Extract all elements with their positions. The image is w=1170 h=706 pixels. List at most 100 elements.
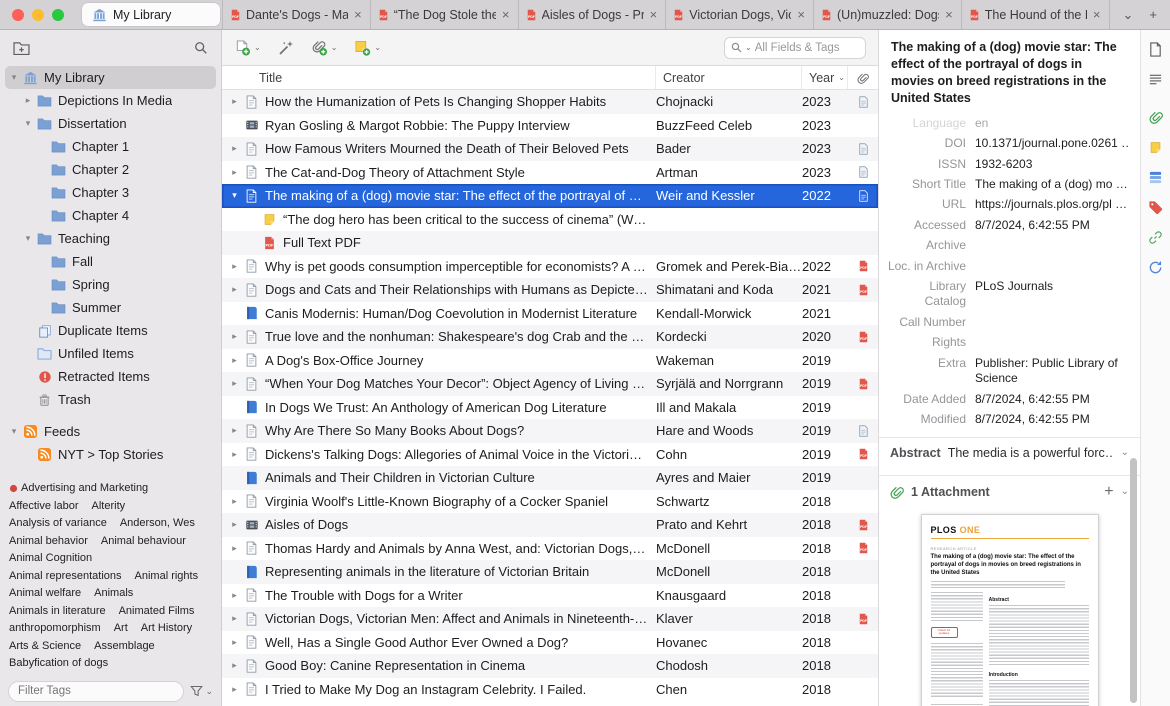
field-value[interactable]: https://journals.plos.org/pl … bbox=[975, 197, 1130, 213]
table-row[interactable]: ▸ Why Are There So Many Books About Dogs?… bbox=[222, 419, 878, 443]
close-icon[interactable]: × bbox=[649, 7, 659, 22]
column-header-creator[interactable]: Creator bbox=[656, 66, 802, 89]
twisty-icon[interactable]: ▸ bbox=[227, 590, 242, 601]
table-row[interactable]: ▸ Dogs and Cats and Their Relationships w… bbox=[222, 278, 878, 302]
minimize-window-button[interactable] bbox=[32, 8, 44, 21]
field-value[interactable]: The making of a (dog) mo … bbox=[975, 177, 1130, 193]
tag-alterity[interactable]: Alterity bbox=[92, 500, 126, 512]
twisty-icon[interactable]: ▸ bbox=[227, 331, 242, 342]
tag-animal-rights[interactable]: Animal rights bbox=[135, 570, 199, 582]
tag-assemblage[interactable]: Assemblage bbox=[94, 640, 155, 652]
table-row[interactable]: In Dogs We Trust: An Anthology of Americ… bbox=[222, 396, 878, 420]
column-header-title[interactable]: Title bbox=[222, 66, 656, 89]
tag-anthropomorphism[interactable]: anthropomorphism bbox=[9, 622, 101, 634]
table-row[interactable]: Ryan Gosling & Margot Robbie: The Puppy … bbox=[222, 114, 878, 138]
collapse-attachments-icon[interactable]: ⌄ bbox=[1121, 486, 1129, 497]
twisty-icon[interactable]: ▸ bbox=[227, 684, 242, 695]
tab-list-chevron-icon[interactable]: ⌄ bbox=[1123, 7, 1134, 23]
twisty-icon[interactable]: ▸ bbox=[227, 425, 242, 436]
field-value[interactable]: 8/7/2024, 6:42:55 PM bbox=[975, 392, 1130, 408]
quick-search-input[interactable] bbox=[754, 41, 859, 54]
twisty-icon[interactable]: ▾ bbox=[7, 72, 21, 83]
twisty-icon[interactable]: ▸ bbox=[227, 96, 242, 107]
tag-babyfication-of-dogs[interactable]: Babyfication of dogs bbox=[9, 657, 108, 669]
field-value[interactable]: 10.1371/journal.pone.0261 … bbox=[975, 136, 1130, 152]
table-row[interactable]: ▸ “When Your Dog Matches Your Decor”: Obj… bbox=[222, 372, 878, 396]
table-row[interactable]: ▸ The Trouble with Dogs for a Writer Knaus… bbox=[222, 584, 878, 608]
scrollbar[interactable] bbox=[1130, 458, 1137, 703]
add-attachment-button[interactable]: + bbox=[1104, 483, 1113, 500]
new-note-button[interactable]: ⌄ bbox=[354, 40, 381, 56]
twisty-icon[interactable]: ▸ bbox=[227, 543, 242, 554]
sidebar-item-trash[interactable]: Trash bbox=[5, 388, 216, 411]
tab-victorian-dogs-vict[interactable]: PDF Victorian Dogs, Vict… × bbox=[665, 0, 813, 29]
table-row[interactable]: ▸ I Tried to Make My Dog an Instagram Cel… bbox=[222, 678, 878, 702]
quick-search[interactable]: ⌄ bbox=[724, 36, 866, 59]
field-value[interactable]: Publisher: Public Library of Science bbox=[975, 356, 1130, 387]
sidebar-item-summer[interactable]: Summer bbox=[5, 296, 216, 319]
tag-analysis-of-variance[interactable]: Analysis of variance bbox=[9, 517, 107, 529]
sidebar-item-depictions-in-media[interactable]: ▸ Depictions In Media bbox=[5, 89, 216, 112]
tag-filter-input[interactable] bbox=[8, 680, 185, 702]
twisty-icon[interactable]: ▸ bbox=[21, 95, 35, 106]
twisty-icon[interactable]: ▸ bbox=[227, 167, 242, 178]
sidebar-item-chapter-3[interactable]: Chapter 3 bbox=[5, 181, 216, 204]
sidebar-item-fall[interactable]: Fall bbox=[5, 250, 216, 273]
sidenav-locate-button[interactable] bbox=[1145, 258, 1167, 276]
tag-filter-options-button[interactable]: ⌄ bbox=[190, 685, 213, 697]
sidebar-item-spring[interactable]: Spring bbox=[5, 273, 216, 296]
zoom-window-button[interactable] bbox=[52, 8, 64, 21]
sidenav-abstract-button[interactable] bbox=[1145, 70, 1167, 88]
twisty-icon[interactable]: ▸ bbox=[227, 519, 242, 530]
new-tab-button[interactable]: + bbox=[1149, 7, 1157, 22]
sidebar-item-retracted-items[interactable]: Retracted Items bbox=[5, 365, 216, 388]
add-by-identifier-button[interactable] bbox=[278, 40, 294, 56]
sidenav-related-button[interactable] bbox=[1145, 228, 1167, 246]
tag-animal-cognition[interactable]: Animal Cognition bbox=[9, 552, 92, 564]
tag-animals[interactable]: Animals bbox=[94, 587, 133, 599]
close-icon[interactable]: × bbox=[353, 7, 363, 22]
tab-un-muzzled-dogs[interactable]: PDF (Un)muzzled: Dogs… × bbox=[813, 0, 961, 29]
tab-my-library[interactable]: My Library bbox=[82, 3, 220, 26]
tag-animals-in-literature[interactable]: Animals in literature bbox=[9, 605, 106, 617]
field-value[interactable]: 8/7/2024, 6:42:55 PM bbox=[975, 412, 1130, 428]
twisty-icon[interactable]: ▾ bbox=[7, 426, 21, 437]
table-row[interactable]: ▸ How the Humanization of Pets Is Changin… bbox=[222, 90, 878, 114]
sidebar-item-duplicate-items[interactable]: Duplicate Items bbox=[5, 319, 216, 342]
new-collection-button[interactable] bbox=[13, 41, 30, 55]
add-attachment-button[interactable]: ⌄ bbox=[311, 40, 337, 56]
sidebar-item-chapter-1[interactable]: Chapter 1 bbox=[5, 135, 216, 158]
sidebar-item-unfiled-items[interactable]: Unfiled Items bbox=[5, 342, 216, 365]
collapse-abstract-icon[interactable]: ⌄ bbox=[1121, 447, 1129, 458]
table-row[interactable]: ▸ Victorian Dogs, Victorian Men: Affect a… bbox=[222, 607, 878, 631]
close-icon[interactable]: × bbox=[796, 7, 806, 22]
twisty-icon[interactable]: ▸ bbox=[227, 496, 242, 507]
twisty-icon[interactable]: ▸ bbox=[227, 660, 242, 671]
sidebar-item-my-library[interactable]: ▾ My Library bbox=[5, 66, 216, 89]
sidenav-tags-button[interactable] bbox=[1145, 198, 1167, 216]
table-row[interactable]: PDF Full Text PDF bbox=[222, 231, 878, 255]
tag-animal-behaviour[interactable]: Animal behaviour bbox=[101, 535, 186, 547]
tag-anderson-wes[interactable]: Anderson, Wes bbox=[120, 517, 195, 529]
sidebar-item-chapter-4[interactable]: Chapter 4 bbox=[5, 204, 216, 227]
sidebar-item-teaching[interactable]: ▾ Teaching bbox=[5, 227, 216, 250]
sidebar-item-dissertation[interactable]: ▾ Dissertation bbox=[5, 112, 216, 135]
table-row[interactable]: Canis Modernis: Human/Dog Coevolution in… bbox=[222, 302, 878, 326]
twisty-icon[interactable]: ▸ bbox=[227, 261, 242, 272]
collection-search-button[interactable] bbox=[194, 41, 208, 55]
twisty-icon[interactable]: ▾ bbox=[227, 190, 242, 201]
abstract-preview[interactable]: The media is a powerful forc… bbox=[948, 446, 1114, 460]
sidenav-attachments-button[interactable] bbox=[1145, 108, 1167, 126]
twisty-icon[interactable]: ▸ bbox=[227, 143, 242, 154]
tag-art[interactable]: Art bbox=[114, 622, 128, 634]
twisty-icon[interactable]: ▸ bbox=[227, 284, 242, 295]
tab-aisles-of-dogs-pra[interactable]: PDF Aisles of Dogs - Pra… × bbox=[517, 0, 666, 29]
close-icon[interactable]: × bbox=[944, 7, 954, 22]
table-row[interactable]: ▸ Thomas Hardy and Animals by Anna West, … bbox=[222, 537, 878, 561]
twisty-icon[interactable]: ▾ bbox=[21, 233, 35, 244]
table-row[interactable]: ▸ Why is pet goods consumption impercepti… bbox=[222, 255, 878, 279]
twisty-icon[interactable]: ▸ bbox=[227, 637, 242, 648]
tab-the-hound-of-the-ba[interactable]: PDF The Hound of the Ba… × bbox=[960, 0, 1109, 29]
close-icon[interactable]: × bbox=[1092, 7, 1102, 22]
table-row[interactable]: ▸ Dickens's Talking Dogs: Allegories of A… bbox=[222, 443, 878, 467]
